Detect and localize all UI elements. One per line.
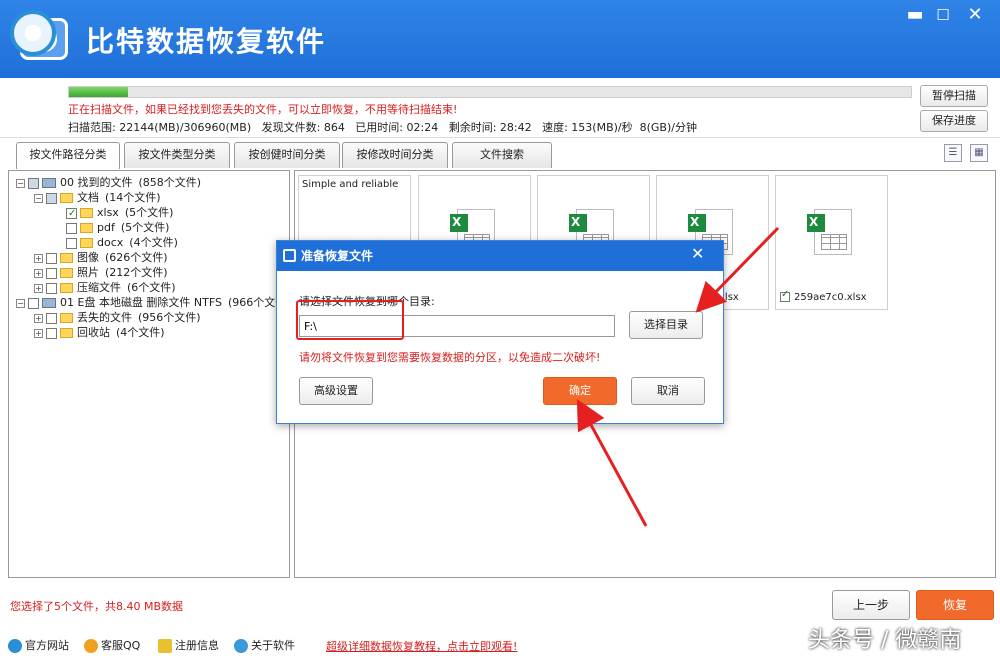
arrow-to-browse xyxy=(695,226,780,313)
arrow-to-confirm xyxy=(576,398,648,527)
annotation-arrows xyxy=(576,226,780,527)
